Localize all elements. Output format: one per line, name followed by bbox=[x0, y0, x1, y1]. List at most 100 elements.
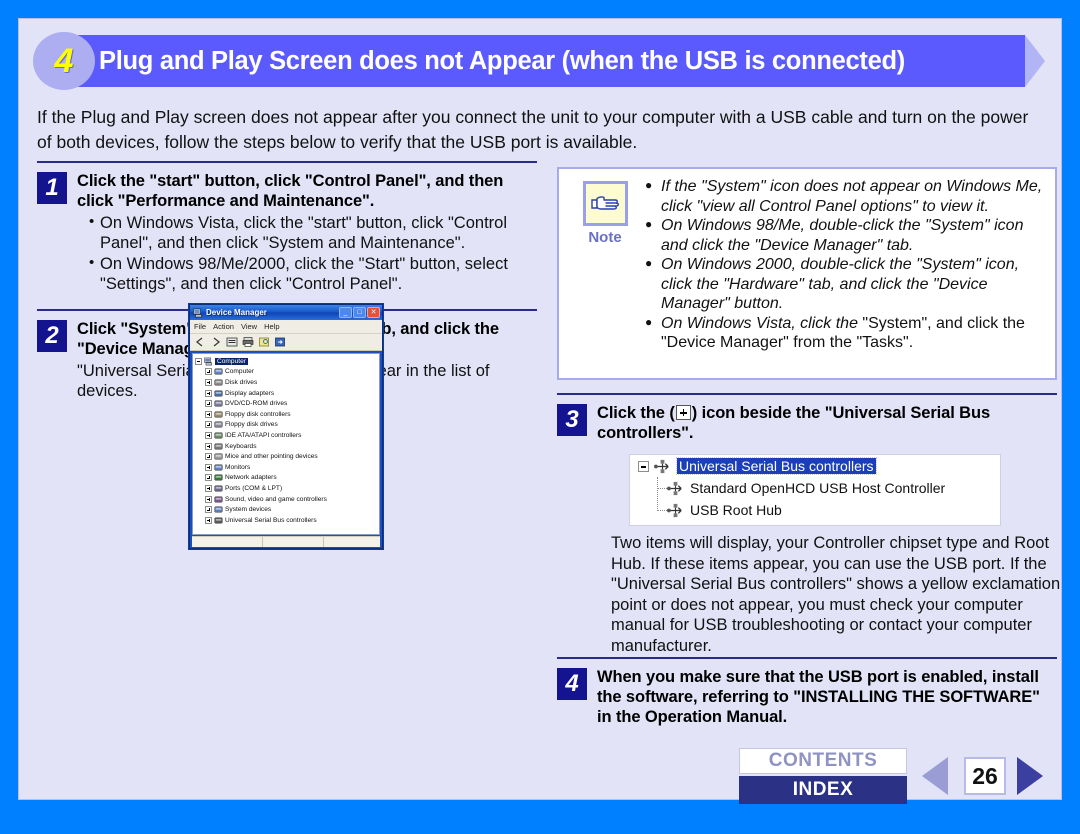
device-manager-window: Device Manager _ □ ✕ File Action View He… bbox=[189, 304, 383, 549]
expand-toggle-icon[interactable] bbox=[205, 463, 212, 471]
printer-icon[interactable] bbox=[242, 336, 254, 348]
page-title: Plug and Play Screen does not Appear (wh… bbox=[99, 46, 905, 75]
menu-item-action[interactable]: Action bbox=[213, 322, 234, 331]
properties-icon[interactable] bbox=[226, 336, 238, 348]
usb-tree-child-row[interactable]: USB Root Hub bbox=[630, 499, 1000, 521]
forward-arrow-icon[interactable] bbox=[210, 336, 222, 348]
tree-item-label[interactable]: Monitors bbox=[225, 464, 250, 471]
tree-item-label[interactable]: Mice and other pointing devices bbox=[225, 453, 318, 460]
tree-item-label[interactable]: Display adapters bbox=[225, 390, 274, 397]
list-item: On Windows Vista, click the "start" butt… bbox=[89, 212, 537, 253]
tree-item-label[interactable]: Ports (COM & LPT) bbox=[225, 485, 282, 492]
tree-item[interactable]: Network adapters bbox=[195, 473, 379, 484]
tree-item[interactable]: Disk drives bbox=[195, 377, 379, 388]
back-arrow-icon[interactable] bbox=[194, 336, 206, 348]
expand-toggle-icon[interactable] bbox=[205, 516, 212, 524]
maximize-button[interactable]: □ bbox=[353, 307, 366, 318]
usb-tree-child-label[interactable]: Standard OpenHCD USB Host Controller bbox=[690, 480, 945, 496]
expand-toggle-icon[interactable] bbox=[205, 421, 212, 429]
tree-item[interactable]: Universal Serial Bus controllers bbox=[195, 515, 379, 526]
step-3-heading-before: Click the ( bbox=[597, 404, 675, 422]
usb-tree-child-row[interactable]: Standard OpenHCD USB Host Controller bbox=[630, 477, 1000, 499]
page-sheet: 4 Plug and Play Screen does not Appear (… bbox=[18, 18, 1062, 804]
menu-item-view[interactable]: View bbox=[241, 322, 257, 331]
tree-root-row[interactable]: Computer bbox=[195, 356, 379, 367]
collapse-toggle-icon[interactable] bbox=[195, 357, 202, 365]
divider bbox=[37, 161, 537, 163]
step-4-heading: When you make sure that the USB port is … bbox=[597, 668, 1040, 726]
tree-item-label[interactable]: Disk drives bbox=[225, 379, 257, 386]
close-icon[interactable]: ✕ bbox=[367, 307, 380, 318]
usb-tree-child-label[interactable]: USB Root Hub bbox=[690, 502, 782, 518]
triangle-left-icon[interactable] bbox=[922, 757, 948, 795]
pointing-hand-icon bbox=[582, 181, 628, 226]
tree-root-label[interactable]: Computer bbox=[215, 357, 248, 365]
expand-toggle-icon[interactable] bbox=[205, 431, 212, 439]
update-driver-icon[interactable] bbox=[274, 336, 286, 348]
expand-toggle-icon[interactable] bbox=[205, 368, 212, 376]
expand-toggle-icon[interactable] bbox=[205, 474, 212, 482]
right-column: 3 Click the () icon beside the "Universa… bbox=[557, 393, 1057, 443]
tree-item[interactable]: Display adapters bbox=[195, 388, 379, 399]
note-label: Note bbox=[588, 229, 622, 246]
minimize-button[interactable]: _ bbox=[339, 307, 352, 318]
step-2-number: 2 bbox=[37, 320, 67, 352]
tree-item-label[interactable]: Network adapters bbox=[225, 474, 277, 481]
tree-item[interactable]: Monitors bbox=[195, 462, 379, 473]
triangle-right-icon[interactable] bbox=[1017, 757, 1043, 795]
note-bullets: If the "System" icon does not appear on … bbox=[645, 176, 1049, 353]
tree-item-label[interactable]: Sound, video and game controllers bbox=[225, 496, 327, 503]
expand-toggle-icon[interactable] bbox=[205, 378, 212, 386]
intro-paragraph: If the Plug and Play screen does not app… bbox=[37, 107, 1029, 152]
step-1: 1 Click the "start" button, click "Contr… bbox=[37, 171, 537, 295]
page-number: 26 bbox=[964, 757, 1006, 795]
expand-toggle-icon[interactable] bbox=[205, 410, 212, 418]
tree-item-label[interactable]: Floppy disk drives bbox=[225, 421, 278, 428]
expand-toggle-icon[interactable] bbox=[205, 389, 212, 397]
device-manager-tree[interactable]: Computer Computer Disk drives Display adap… bbox=[192, 353, 380, 535]
index-button[interactable]: INDEX bbox=[739, 776, 907, 804]
tree-item-label[interactable]: IDE ATA/ATAPI controllers bbox=[225, 432, 301, 439]
tree-item-label[interactable]: System devices bbox=[225, 506, 271, 513]
tree-item[interactable]: DVD/CD-ROM drives bbox=[195, 398, 379, 409]
tree-item[interactable]: IDE ATA/ATAPI controllers bbox=[195, 430, 379, 441]
tree-item-label[interactable]: Keyboards bbox=[225, 443, 257, 450]
tree-item[interactable]: System devices bbox=[195, 504, 379, 515]
tree-item-label[interactable]: Floppy disk controllers bbox=[225, 411, 291, 418]
menu-item-help[interactable]: Help bbox=[264, 322, 279, 331]
usb-tree-parent-row[interactable]: Universal Serial Bus controllers bbox=[630, 455, 1000, 477]
usb-tree-parent-label[interactable]: Universal Serial Bus controllers bbox=[676, 457, 877, 475]
expand-toggle-icon[interactable] bbox=[205, 484, 212, 492]
device-category-icon bbox=[214, 464, 223, 471]
tree-item[interactable]: Keyboards bbox=[195, 441, 379, 452]
computer-icon bbox=[204, 357, 213, 366]
tree-item[interactable]: Ports (COM & LPT) bbox=[195, 483, 379, 494]
tree-item-label[interactable]: Universal Serial Bus controllers bbox=[225, 517, 317, 524]
tree-item[interactable]: Mice and other pointing devices bbox=[195, 451, 379, 462]
expand-toggle-icon[interactable] bbox=[205, 400, 212, 408]
tree-item-label[interactable]: DVD/CD-ROM drives bbox=[225, 400, 287, 407]
step-4: 4 When you make sure that the USB port i… bbox=[557, 667, 1057, 727]
banner-arrow-icon bbox=[1025, 35, 1045, 87]
list-item: On Windows 2000, double-click the "Syste… bbox=[645, 254, 1049, 314]
tree-item-label[interactable]: Computer bbox=[225, 368, 254, 375]
expand-toggle-icon[interactable] bbox=[205, 506, 212, 514]
tree-item[interactable]: Computer bbox=[195, 367, 379, 378]
tree-line bbox=[657, 488, 667, 489]
divider bbox=[557, 393, 1057, 395]
expand-toggle-icon[interactable] bbox=[205, 453, 212, 461]
step-4-number: 4 bbox=[557, 668, 587, 700]
tree-item[interactable]: Sound, video and game controllers bbox=[195, 494, 379, 505]
expand-toggle-icon[interactable] bbox=[205, 442, 212, 450]
device-category-icon bbox=[214, 421, 223, 428]
expand-toggle-icon[interactable] bbox=[638, 460, 649, 472]
contents-button[interactable]: CONTENTS bbox=[739, 748, 907, 774]
tree-children: Computer Disk drives Display adapters DVD/C… bbox=[195, 367, 379, 526]
step-1-heading: Click the "start" button, click "Control… bbox=[77, 172, 504, 210]
note-box: Note If the "System" icon does not appea… bbox=[557, 167, 1057, 380]
scan-hardware-icon[interactable] bbox=[258, 336, 270, 348]
menu-item-file[interactable]: File bbox=[194, 322, 206, 331]
tree-item[interactable]: Floppy disk drives bbox=[195, 420, 379, 431]
tree-item[interactable]: Floppy disk controllers bbox=[195, 409, 379, 420]
expand-toggle-icon[interactable] bbox=[205, 495, 212, 503]
